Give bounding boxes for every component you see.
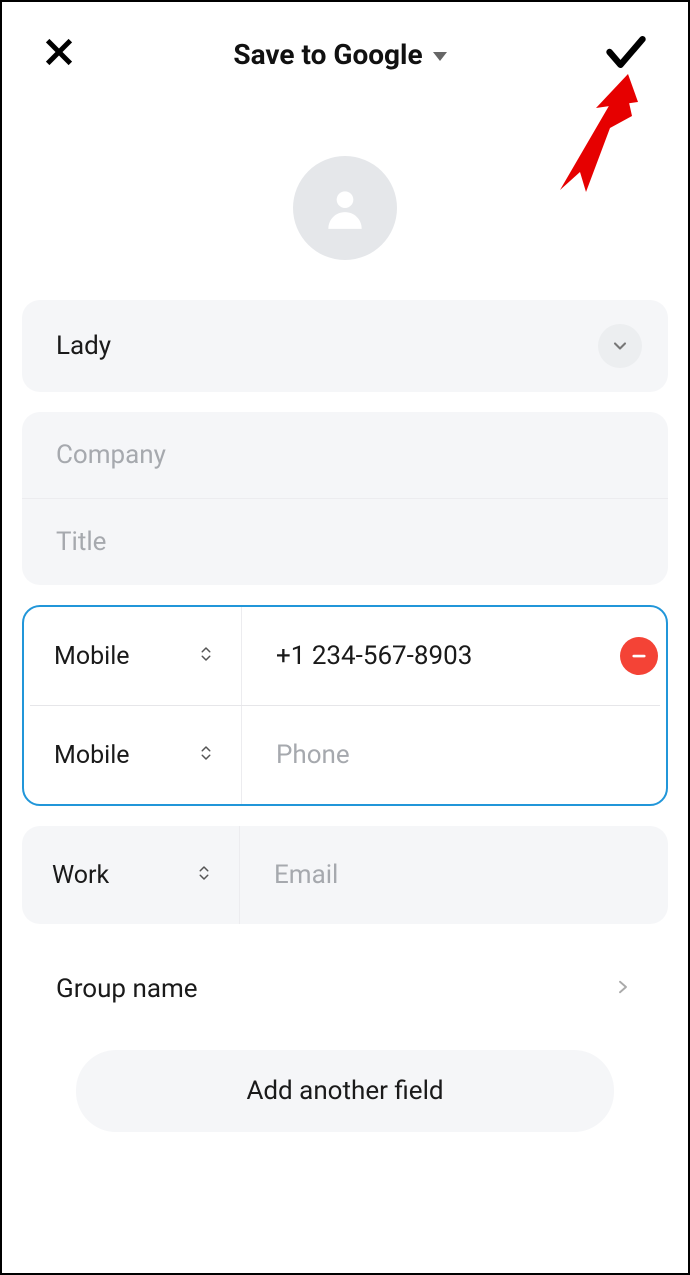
phone-type-label: Mobile [54, 741, 130, 770]
email-value-cell [240, 826, 668, 924]
minus-icon [630, 647, 648, 665]
email-input-0[interactable] [274, 860, 654, 890]
company-field[interactable] [22, 412, 668, 498]
add-another-field-button[interactable]: Add another field [76, 1050, 614, 1132]
remove-phone-button[interactable] [620, 637, 658, 675]
name-row[interactable]: Lady [22, 300, 668, 392]
phone-type-selector[interactable]: Mobile [24, 607, 242, 705]
phone-type-selector[interactable]: Mobile [24, 706, 242, 804]
caret-down-icon [433, 52, 447, 61]
email-type-label: Work [52, 861, 109, 890]
email-type-selector[interactable]: Work [22, 826, 240, 924]
name-value: Lady [56, 331, 111, 361]
avatar-section [2, 156, 688, 260]
page-title: Save to Google [233, 38, 422, 71]
avatar-placeholder[interactable] [293, 156, 397, 260]
up-down-icon [197, 642, 215, 671]
phone-input-1[interactable] [276, 740, 652, 770]
phone-type-label: Mobile [54, 642, 130, 671]
up-down-icon [197, 741, 215, 770]
close-icon[interactable] [42, 35, 76, 73]
group-label: Group name [56, 974, 198, 1004]
phone-block: Mobile Mobile [22, 605, 668, 806]
phone-value-cell [242, 607, 668, 705]
phone-value-cell [242, 706, 666, 804]
save-destination-dropdown[interactable]: Save to Google [233, 38, 446, 71]
name-card: Lady [22, 300, 668, 392]
expand-name-button[interactable] [598, 324, 642, 368]
email-row-0: Work [22, 826, 668, 924]
add-field-label: Add another field [246, 1076, 443, 1106]
email-block: Work [22, 826, 668, 924]
phone-input-0[interactable] [276, 641, 610, 671]
up-down-icon [195, 861, 213, 890]
form-content: Lady Mobile [2, 300, 688, 1132]
person-icon [320, 183, 370, 233]
company-card [22, 412, 668, 585]
header-bar: Save to Google [2, 2, 688, 106]
title-field[interactable] [22, 499, 668, 585]
phone-row-1: Mobile [24, 706, 666, 804]
group-name-row[interactable]: Group name [22, 964, 668, 1014]
confirm-check-icon[interactable] [604, 30, 648, 78]
chevron-right-icon [614, 978, 632, 1000]
chevron-down-icon [610, 336, 630, 356]
phone-row-0: Mobile [24, 607, 666, 705]
